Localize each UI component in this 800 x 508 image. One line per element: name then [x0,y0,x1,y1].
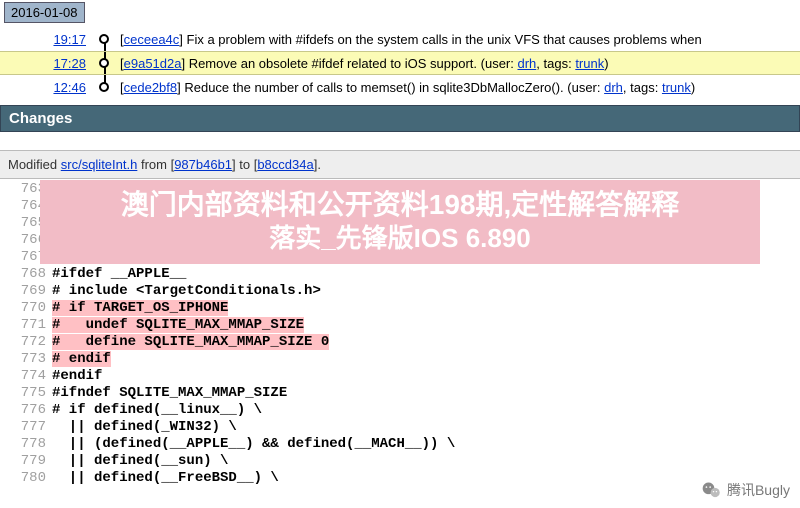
timeline-row: 19:17 [ceceea4c] Fix a problem with #ifde… [0,27,800,51]
line-number: 780 [6,470,46,487]
code-line: 771 # undef SQLITE_MAX_MMAP_SIZE [6,317,800,334]
code-line: 770 # if TARGET_OS_IPHONE [6,300,800,317]
commit-time-link[interactable]: 12:46 [0,80,92,95]
overlay-line1: 澳门内部资料和公开资料198期,定性解答解释 [40,188,760,222]
line-number: 776 [6,402,46,419]
code-line: 769 # include <TargetConditionals.h> [6,283,800,300]
code-line: 774 #endif [6,368,800,385]
code-text: || defined(__FreeBSD__) \ [52,470,279,486]
line-number: 773 [6,351,46,368]
tag-link[interactable]: trunk [662,80,691,95]
line-number: 771 [6,317,46,334]
line-number: 777 [6,419,46,436]
commit-time-link[interactable]: 19:17 [0,32,92,47]
date-badge: 2016-01-08 [4,2,85,23]
commit-hash-link[interactable]: cede2bf8 [124,80,178,95]
commit-hash-link[interactable]: ceceea4c [124,32,180,47]
code-line: 779 || defined(__sun) \ [6,453,800,470]
code-line: 780 || defined(__FreeBSD__) \ [6,470,800,487]
code-text: # undef SQLITE_MAX_MMAP_SIZE [52,317,304,333]
line-number: 774 [6,368,46,385]
modified-file-link[interactable]: src/sqliteInt.h [61,157,138,172]
wechat-icon [701,480,721,500]
code-text: || defined(__sun) \ [52,453,228,469]
code-text: || (defined(__APPLE__) && defined(__MACH… [52,436,455,452]
user-link[interactable]: drh [604,80,623,95]
code-text: # define SQLITE_MAX_MMAP_SIZE 0 [52,334,329,350]
code-text: # if defined(__linux__) \ [52,402,262,418]
code-text: # endif [52,351,111,367]
line-number: 768 [6,266,46,283]
code-text: || defined(_WIN32) \ [52,419,237,435]
modified-line: Modified src/sqliteInt.h from [987b46b1]… [0,150,800,179]
code-line: 773 # endif [6,351,800,368]
code-line: 772 # define SQLITE_MAX_MMAP_SIZE 0 [6,334,800,351]
code-line: 768 #ifdef __APPLE__ [6,266,800,283]
code-line: 775 #ifndef SQLITE_MAX_MMAP_SIZE [6,385,800,402]
code-line: 777 || defined(_WIN32) \ [6,419,800,436]
graph-node [92,75,120,99]
overlay-line2: 落实_先锋版IOS 6.890 [40,222,760,254]
code-line: 776 # if defined(__linux__) \ [6,402,800,419]
commit-hash-link[interactable]: e9a51d2a [124,56,182,71]
code-text: # if TARGET_OS_IPHONE [52,300,228,316]
line-number: 775 [6,385,46,402]
timeline-row: 17:28 [e9a51d2a] Remove an obsolete #ifde… [0,51,800,75]
line-number: 779 [6,453,46,470]
line-number: 772 [6,334,46,351]
graph-node [92,27,120,51]
modified-mid1: from [ [137,157,174,172]
code-text: #ifndef SQLITE_MAX_MMAP_SIZE [52,385,287,401]
modified-mid2: ] to [ [232,157,257,172]
modified-suffix: ]. [314,157,321,172]
modified-to-hash[interactable]: b8ccd34a [257,157,313,172]
overlay-banner: 澳门内部资料和公开资料198期,定性解答解释 落实_先锋版IOS 6.890 [40,180,760,264]
commit-text: [ceceea4c] Fix a problem with #ifdefs on… [120,32,800,47]
watermark-text: 腾讯Bugly [727,480,790,500]
user-link[interactable]: drh [517,56,536,71]
code-text: #endif [52,368,102,384]
code-line: 778 || (defined(__APPLE__) && defined(__… [6,436,800,453]
line-number: 769 [6,283,46,300]
commit-time-link[interactable]: 17:28 [0,56,92,71]
watermark: 腾讯Bugly [701,480,790,500]
changes-header: Changes [0,105,800,132]
timeline-row: 12:46 [cede2bf8] Reduce the number of cal… [0,75,800,99]
commit-text: [cede2bf8] Reduce the number of calls to… [120,80,800,95]
modified-from-hash[interactable]: 987b46b1 [174,157,232,172]
code-text: #ifdef __APPLE__ [52,266,186,282]
line-number: 770 [6,300,46,317]
timeline: 19:17 [ceceea4c] Fix a problem with #ifde… [0,27,800,99]
commit-text: [e9a51d2a] Remove an obsolete #ifdef rel… [120,56,800,71]
modified-prefix: Modified [8,157,61,172]
line-number: 778 [6,436,46,453]
graph-node [92,51,120,75]
code-text: # include <TargetConditionals.h> [52,283,321,299]
tag-link[interactable]: trunk [575,56,604,71]
